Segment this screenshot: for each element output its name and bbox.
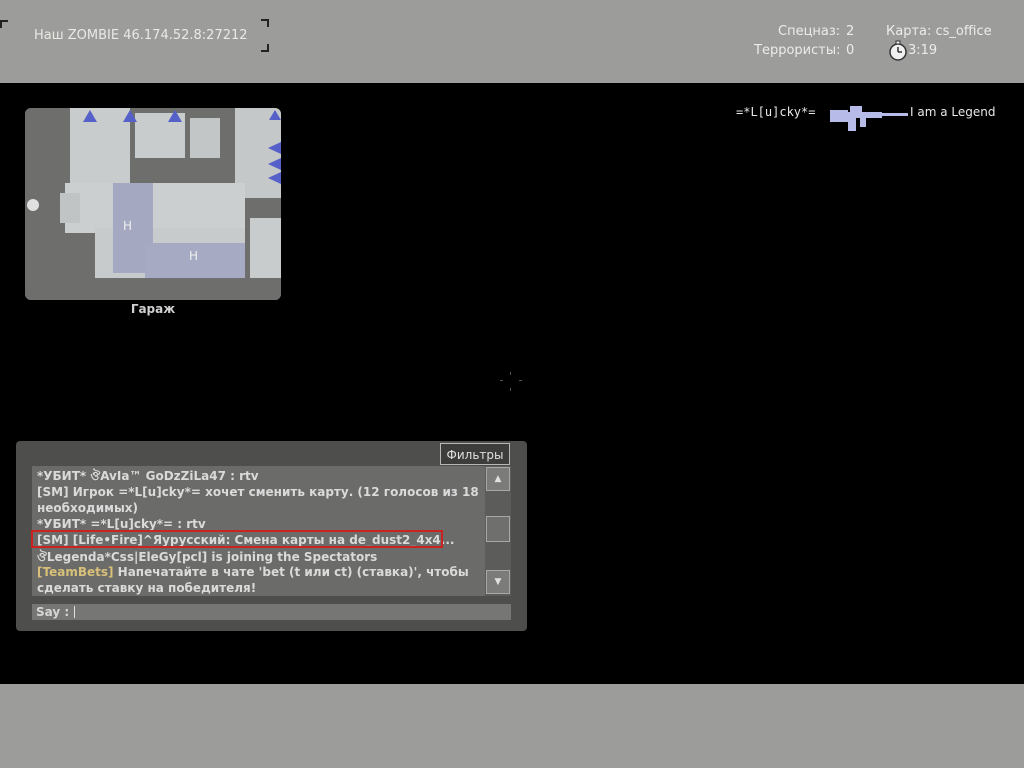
chat-message: [TeamBets] Напечатайте в чате 'bet (t ил… (37, 565, 469, 579)
chat-message: сделать ставку на победителя! (37, 581, 257, 595)
radar-location-label: Гараж (130, 302, 176, 316)
rifle-icon (830, 106, 908, 131)
radar-map-image: H H (25, 108, 281, 300)
chat-message-text: Напечатайте в чате 'bet (t или ct) (став… (117, 565, 469, 579)
scrollbar-thumb[interactable] (486, 516, 510, 542)
chat-filters-button[interactable]: Фильтры (440, 443, 510, 465)
killfeed-victim: I am a Legend (910, 105, 996, 119)
svg-text:H: H (123, 219, 132, 233)
crosshair-icon (500, 372, 522, 391)
stopwatch-icon (889, 40, 907, 61)
bottom-hud-bar (0, 684, 1024, 768)
chat-scrollbar[interactable]: ▲ ▼ (485, 466, 511, 596)
map-name: Карта: cs_office (886, 24, 992, 39)
scroll-up-button[interactable]: ▲ (486, 467, 510, 491)
killfeed-killer: =*L[u]cky*= (736, 105, 816, 119)
chat-message: *УБИТ* =*L[u]cky*= : rtv (37, 517, 206, 531)
radar-minimap: H H (25, 108, 281, 300)
say-label: Say : (36, 605, 70, 619)
hud-corner-bracket (261, 19, 269, 27)
scroll-down-button[interactable]: ▼ (486, 570, 510, 594)
t-score-label: Террористы: (754, 43, 841, 58)
server-name: Наш ZOMBIE 46.174.52.8:27212 (34, 28, 248, 43)
chat-message: необходимых) (37, 501, 139, 515)
round-timer: 3:19 (908, 43, 938, 58)
ct-score-value: 2 (846, 24, 855, 39)
chat-message: [SM] Игрок =*L[u]cky*= хочет сменить кар… (37, 485, 479, 499)
highlight-annotation-box (31, 530, 443, 548)
chat-say-input[interactable] (32, 604, 511, 620)
teambets-tag: [TeamBets] (37, 565, 114, 579)
t-score-value: 0 (846, 43, 855, 58)
ct-score-label: Спецназ: (778, 24, 841, 39)
hud-corner-bracket (0, 20, 8, 28)
svg-text:H: H (189, 249, 198, 263)
text-caret (74, 606, 75, 618)
hud-corner-bracket (261, 44, 269, 52)
